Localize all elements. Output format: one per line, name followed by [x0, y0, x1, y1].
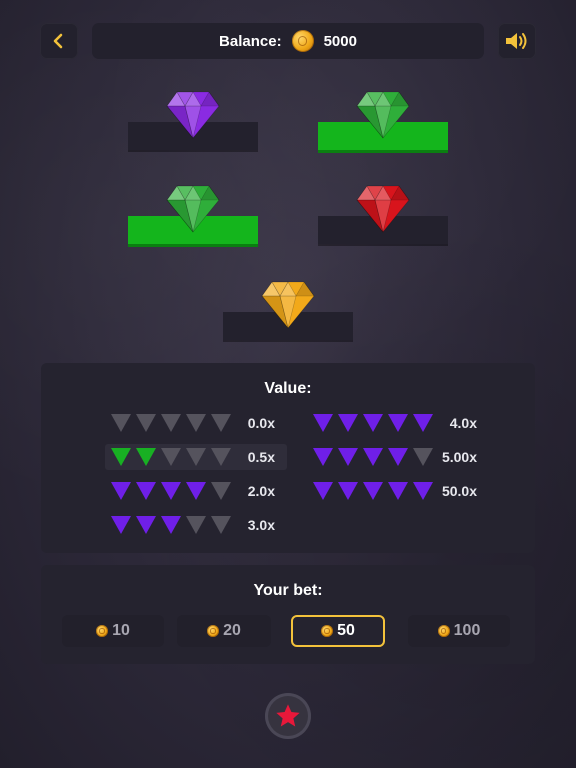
purple-gem-marker-icon	[136, 482, 156, 500]
bet-option-label: 20	[223, 622, 241, 639]
purple-gem-marker-icon	[338, 448, 358, 466]
purple-gem-marker-icon	[161, 482, 181, 500]
speaker-icon	[506, 33, 527, 49]
purple-gem-marker-icon	[136, 516, 156, 534]
value-panel: Value: 0.0x 0.5x 2.0x 3.0x 4.0x 5.00x 50.0x	[41, 363, 535, 553]
purple-gem-marker-icon	[338, 414, 358, 432]
purple-gem-marker-icon	[388, 482, 408, 500]
green-gem-icon	[163, 178, 223, 238]
grey-gem-marker-icon	[413, 448, 433, 466]
grey-gem-marker-icon	[161, 448, 181, 466]
star-icon	[276, 704, 300, 727]
purple-gem-marker-icon	[186, 482, 206, 500]
multiplier-label: 50.0x	[441, 483, 477, 499]
coin-icon	[291, 30, 314, 52]
balance-label: Balance:	[219, 32, 282, 50]
value-panel-title: Value:	[264, 380, 312, 397]
grey-gem-marker-icon	[111, 414, 131, 432]
multiplier-label: 3.0x	[247, 517, 275, 533]
purple-gem-marker-icon	[363, 482, 383, 500]
balance-bar: Balance: 5000	[92, 23, 484, 59]
sound-button[interactable]	[498, 23, 536, 59]
bet-option-label: 100	[453, 622, 481, 639]
green-gem-icon	[353, 84, 413, 144]
purple-gem-marker-icon	[313, 482, 333, 500]
coin-icon	[437, 625, 450, 637]
grey-gem-marker-icon	[211, 482, 231, 500]
play-button[interactable]	[265, 693, 311, 739]
bet-option-100[interactable]: 100	[408, 615, 510, 647]
purple-gem-marker-icon	[413, 482, 433, 500]
purple-gem-marker-icon	[313, 448, 333, 466]
grey-gem-marker-icon	[186, 516, 206, 534]
grey-gem-marker-icon	[211, 516, 231, 534]
green-gem-marker-icon	[136, 448, 156, 466]
grey-gem-marker-icon	[161, 414, 181, 432]
bet-option-10[interactable]: 10	[62, 615, 164, 647]
grey-gem-marker-icon	[186, 414, 206, 432]
bet-option-20[interactable]: 20	[177, 615, 271, 647]
balance-value: 5000	[323, 32, 357, 50]
purple-gem-marker-icon	[111, 482, 131, 500]
green-gem-marker-icon	[111, 448, 131, 466]
red-gem-icon	[353, 178, 413, 238]
purple-gem-icon	[163, 84, 223, 144]
bet-option-50[interactable]: 50	[291, 615, 385, 647]
chevron-left-icon	[53, 33, 63, 49]
coin-icon	[321, 625, 334, 637]
purple-gem-marker-icon	[161, 516, 181, 534]
multiplier-label: 0.0x	[247, 415, 275, 431]
coin-icon	[96, 625, 109, 637]
multiplier-label: 4.0x	[449, 415, 477, 431]
purple-gem-marker-icon	[388, 448, 408, 466]
purple-gem-marker-icon	[363, 448, 383, 466]
gold-gem-icon	[258, 274, 318, 334]
grey-gem-marker-icon	[211, 448, 231, 466]
purple-gem-marker-icon	[313, 414, 333, 432]
multiplier-label: 0.5x	[247, 449, 275, 465]
grey-gem-marker-icon	[211, 414, 231, 432]
purple-gem-marker-icon	[111, 516, 131, 534]
bet-panel-title: Your bet:	[253, 582, 323, 599]
purple-gem-marker-icon	[338, 482, 358, 500]
coin-icon	[207, 625, 220, 637]
multiplier-label: 2.0x	[247, 483, 275, 499]
bet-option-label: 50	[337, 622, 355, 639]
purple-gem-marker-icon	[388, 414, 408, 432]
grey-gem-marker-icon	[136, 414, 156, 432]
grey-gem-marker-icon	[186, 448, 206, 466]
purple-gem-marker-icon	[413, 414, 433, 432]
purple-gem-marker-icon	[363, 414, 383, 432]
multiplier-label: 5.00x	[441, 449, 477, 465]
back-button[interactable]	[40, 23, 78, 59]
bet-option-label: 10	[112, 622, 130, 639]
